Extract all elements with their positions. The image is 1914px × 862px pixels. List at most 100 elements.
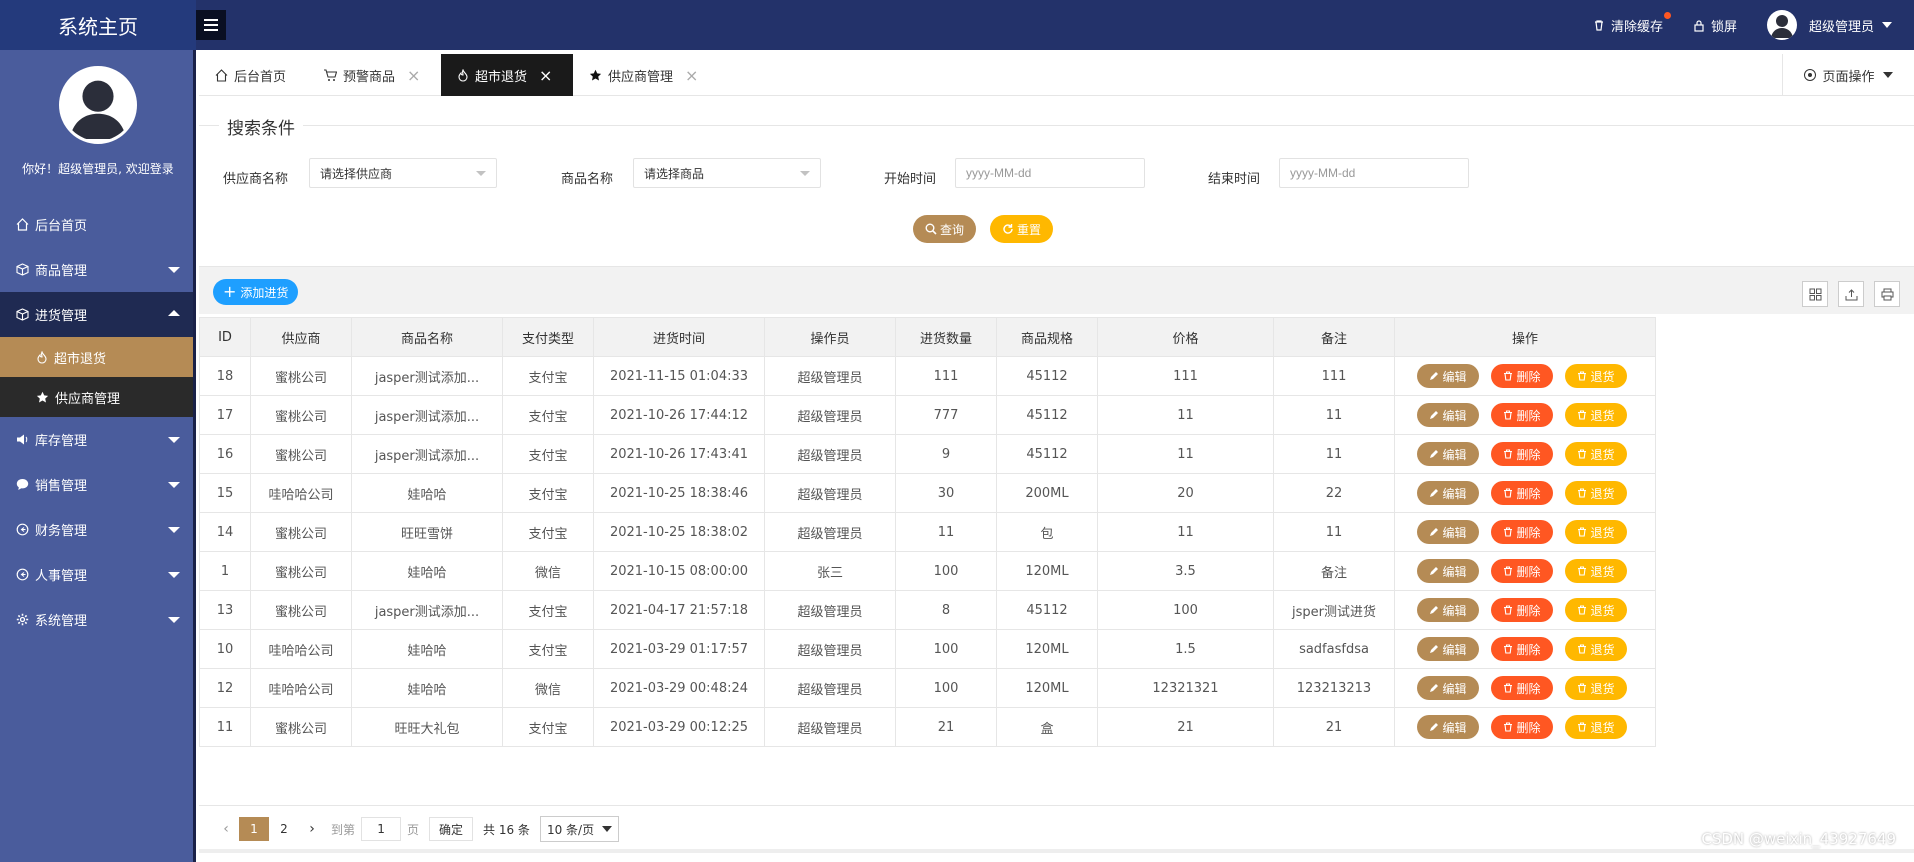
goto-confirm-button[interactable]: 确定 [429, 817, 474, 841]
chevron-down-icon [800, 171, 810, 176]
sidebar-item-system[interactable]: 系统管理 [0, 597, 196, 642]
query-button[interactable]: 查询 [913, 215, 976, 243]
row-actions: 编辑 删除 退货 [1394, 473, 1656, 513]
trash-icon [1578, 683, 1587, 693]
search-legend: 搜索条件 [219, 114, 303, 139]
delete-button[interactable]: 删除 [1491, 403, 1553, 427]
table-cell: 娃哈哈 [351, 551, 503, 591]
add-purchase-button[interactable]: + 添加进货 [213, 279, 299, 305]
delete-button[interactable]: 删除 [1491, 637, 1553, 661]
table-cell: 777 [895, 395, 997, 435]
chevron-up-icon [168, 310, 180, 316]
sidebar-item-home[interactable]: 后台首页 [0, 202, 196, 247]
table-cell: 支付宝 [502, 512, 594, 552]
return-label: 退货 [1590, 720, 1615, 735]
tab-supplier[interactable]: 供应商管理 × [573, 54, 719, 96]
start-date-input[interactable]: yyyy-MM-dd [955, 158, 1145, 188]
home-icon [16, 218, 29, 231]
data-table-container: ID 供应商 商品名称 支付类型 进货时间 操作员 进货数量 商品规格 价格 备注 操作 18 蜜桃公… [199, 317, 1914, 805]
return-label: 退货 [1590, 642, 1615, 657]
table-cell: 15 [199, 473, 251, 513]
delete-button[interactable]: 删除 [1491, 598, 1553, 622]
columns-filter-button[interactable] [1802, 281, 1828, 307]
return-button[interactable]: 退货 [1565, 637, 1627, 661]
edit-button[interactable]: 编辑 [1417, 520, 1479, 544]
user-menu[interactable]: 超级管理员 [1766, 10, 1892, 40]
sidebar-item-purchase[interactable]: 进货管理 [0, 292, 196, 337]
edit-button[interactable]: 编辑 [1417, 559, 1479, 583]
return-button[interactable]: 退货 [1565, 403, 1627, 427]
delete-button[interactable]: 删除 [1491, 442, 1553, 466]
return-button[interactable]: 退货 [1565, 520, 1627, 544]
return-button[interactable]: 退货 [1565, 442, 1627, 466]
edit-button[interactable]: 编辑 [1417, 442, 1479, 466]
table-cell: 111 [1273, 356, 1395, 396]
edit-button[interactable]: 编辑 [1417, 481, 1479, 505]
delete-button[interactable]: 删除 [1491, 520, 1553, 544]
table-cell: 微信 [502, 668, 594, 708]
edit-button[interactable]: 编辑 [1417, 676, 1479, 700]
chevron-down-icon [602, 826, 613, 832]
tab-warning-products[interactable]: 预警商品 × [307, 54, 441, 96]
end-date-input[interactable]: yyyy-MM-dd [1279, 158, 1469, 188]
supplier-select[interactable]: 请选择供应商 [309, 158, 497, 188]
page-button-current[interactable]: 1 [239, 817, 269, 841]
page-size-select[interactable]: 10 条/页 [539, 816, 620, 842]
sidebar-item-products[interactable]: 商品管理 [0, 247, 196, 292]
home-icon [215, 68, 228, 82]
page-button[interactable]: 2 [269, 817, 299, 841]
return-button[interactable]: 退货 [1565, 598, 1627, 622]
table-cell: 11 [199, 707, 251, 747]
return-button[interactable]: 退货 [1565, 715, 1627, 739]
sidebar-item-label: 库存管理 [35, 434, 88, 449]
chevron-down-icon [168, 527, 180, 533]
return-button[interactable]: 退货 [1565, 676, 1627, 700]
sidebar-item-sales[interactable]: 销售管理 [0, 462, 196, 507]
table-cell: 2021-11-15 01:04:33 [593, 356, 765, 396]
print-button[interactable] [1874, 281, 1900, 307]
trash-icon [1504, 371, 1513, 381]
sidebar-item-hr[interactable]: 人事管理 [0, 552, 196, 597]
delete-button[interactable]: 删除 [1491, 676, 1553, 700]
reset-button[interactable]: 重置 [990, 215, 1053, 243]
menu-toggle-button[interactable] [196, 10, 226, 40]
sidebar-subitem-supplier[interactable]: 供应商管理 [0, 377, 196, 417]
table-cell: 1 [199, 551, 251, 591]
brand-title[interactable]: 系统主页 [0, 0, 196, 50]
delete-button[interactable]: 删除 [1491, 559, 1553, 583]
table-cell: 超级管理员 [764, 590, 896, 630]
sidebar-subitem-supermarket-return[interactable]: 超市退货 [0, 337, 196, 377]
tab-home[interactable]: 后台首页 [199, 54, 307, 96]
return-button[interactable]: 退货 [1565, 481, 1627, 505]
close-icon[interactable]: × [685, 66, 698, 85]
goto-page-input[interactable]: 1 [361, 817, 402, 841]
sidebar-item-finance[interactable]: 财务管理 [0, 507, 196, 552]
export-button[interactable] [1838, 281, 1864, 307]
table-cell: 娃哈哈 [351, 668, 503, 708]
edit-button[interactable]: 编辑 [1417, 403, 1479, 427]
edit-button[interactable]: 编辑 [1417, 364, 1479, 388]
table-cell: 11 [1273, 434, 1395, 474]
return-button[interactable]: 退货 [1565, 364, 1627, 388]
edit-button[interactable]: 编辑 [1417, 715, 1479, 739]
edit-label: 编辑 [1442, 408, 1467, 423]
sidebar-item-inventory[interactable]: 库存管理 [0, 417, 196, 462]
next-page-icon[interactable]: › [299, 821, 325, 837]
table-cell: 2021-03-29 01:17:57 [593, 629, 765, 669]
delete-button[interactable]: 删除 [1491, 481, 1553, 505]
target-icon [1804, 69, 1817, 81]
tab-supermarket-return[interactable]: 超市退货 × [441, 54, 573, 96]
edit-button[interactable]: 编辑 [1417, 598, 1479, 622]
delete-button[interactable]: 删除 [1491, 364, 1553, 388]
table-cell: 100 [895, 551, 997, 591]
product-select[interactable]: 请选择商品 [633, 158, 821, 188]
edit-button[interactable]: 编辑 [1417, 637, 1479, 661]
delete-button[interactable]: 删除 [1491, 715, 1553, 739]
return-button[interactable]: 退货 [1565, 559, 1627, 583]
close-icon[interactable]: × [407, 66, 420, 85]
lock-screen-button[interactable]: 锁屏 [1693, 16, 1737, 35]
page-operations-button[interactable]: 页面操作 [1782, 54, 1914, 96]
prev-page-icon[interactable]: ‹ [213, 821, 239, 837]
clear-cache-button[interactable]: 清除缓存 [1593, 11, 1671, 35]
close-icon[interactable]: × [539, 66, 552, 85]
